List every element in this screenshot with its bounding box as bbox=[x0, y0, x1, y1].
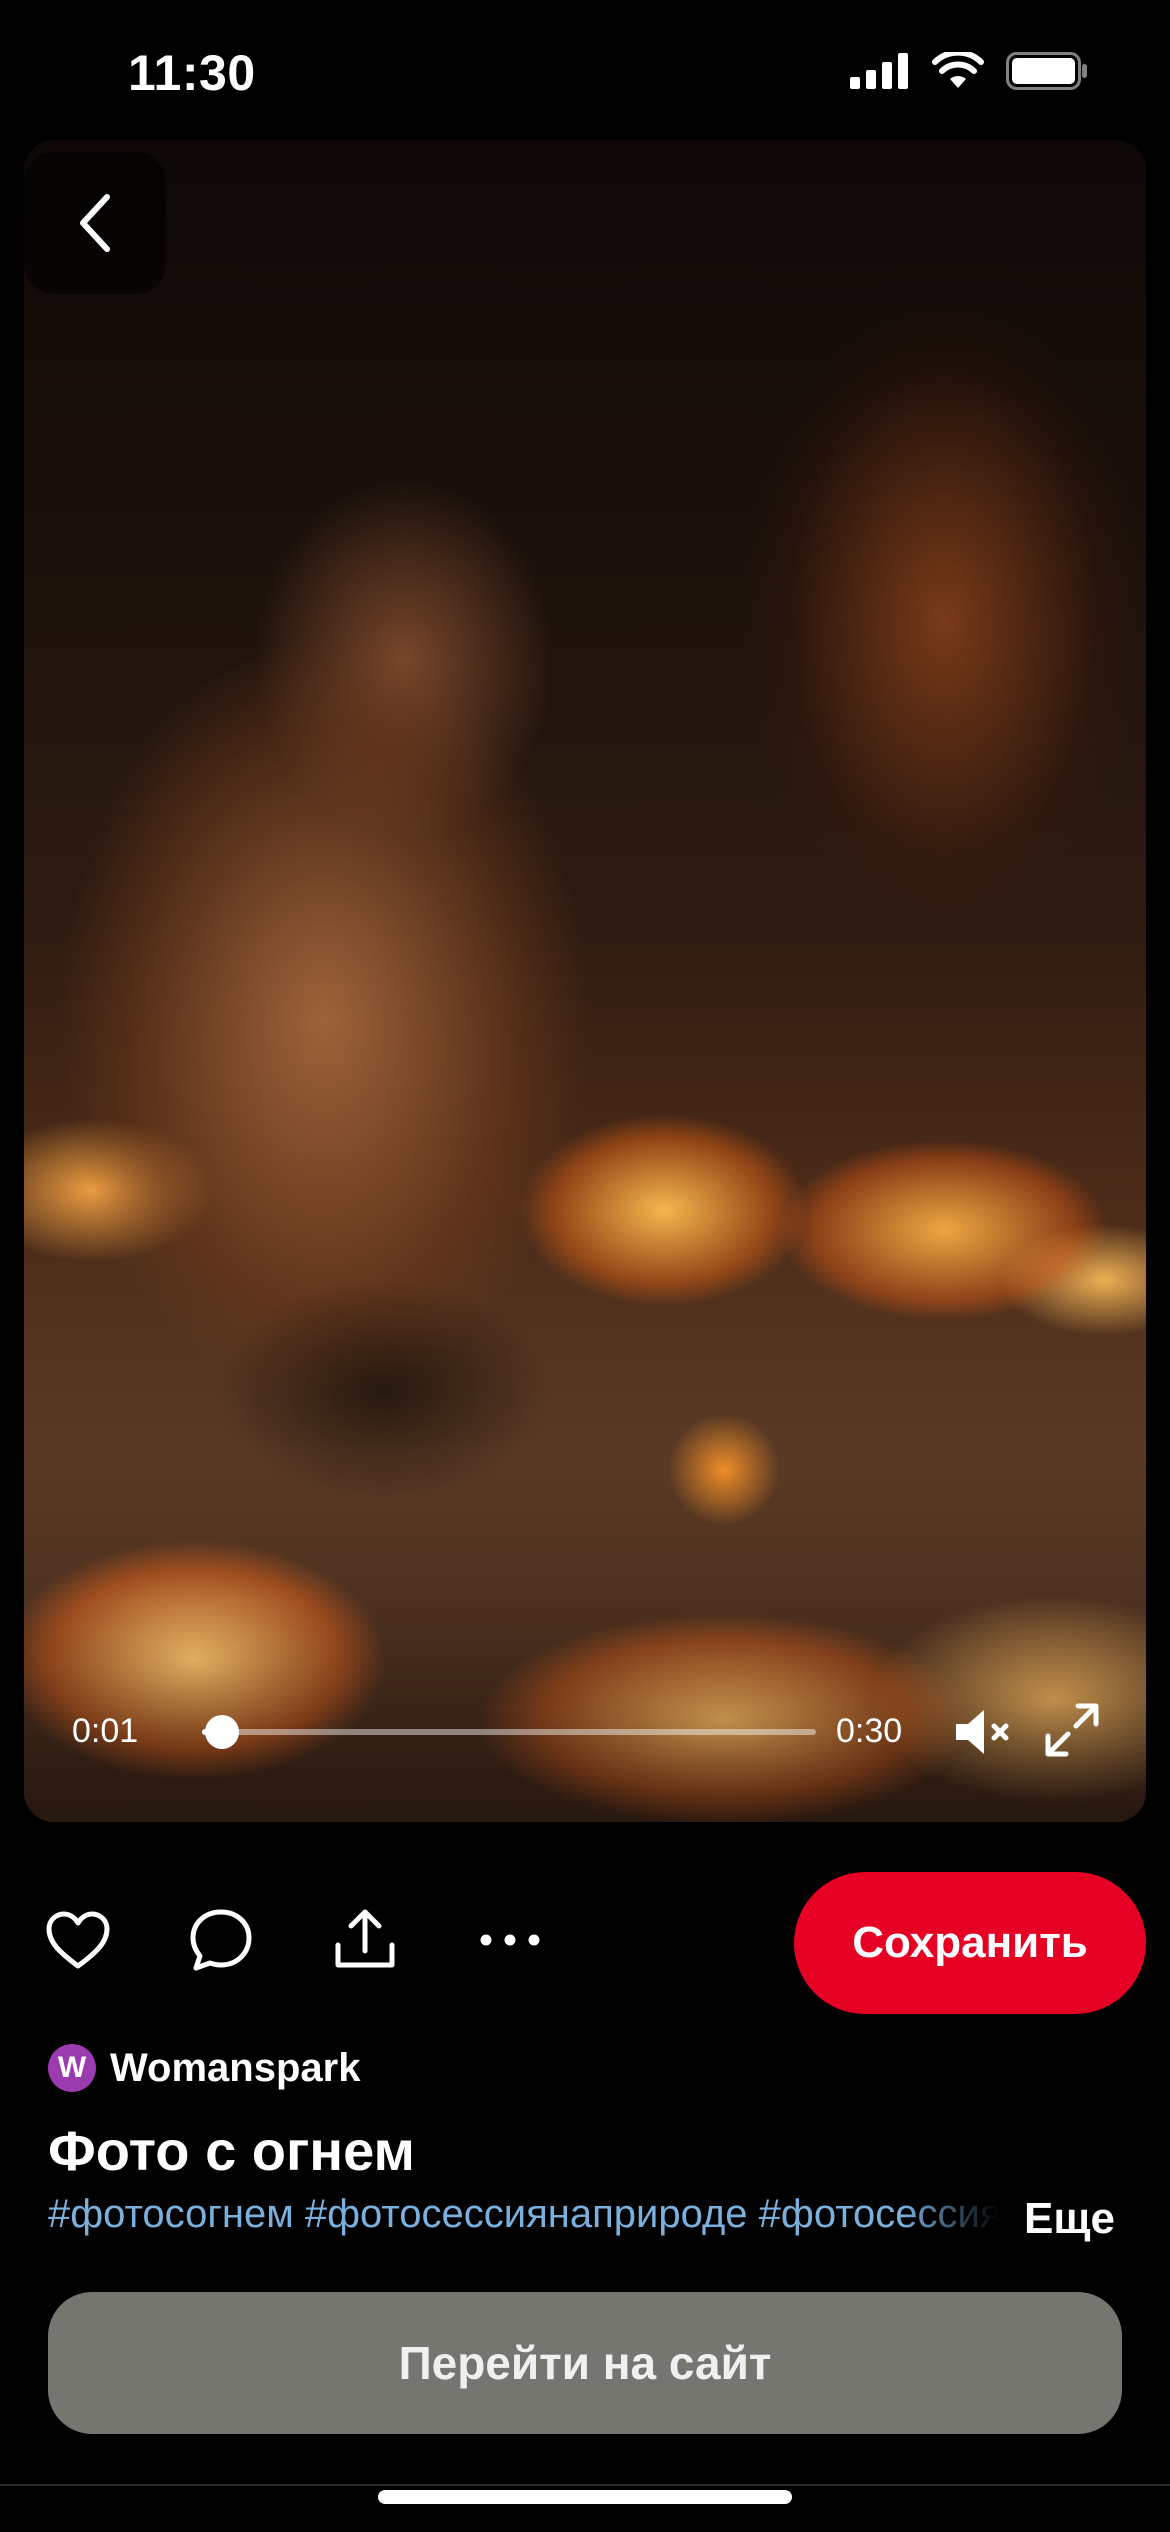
total-time: 0:30 bbox=[836, 1712, 903, 1750]
chevron-left-icon bbox=[80, 194, 110, 252]
expand-icon bbox=[1045, 1703, 1099, 1757]
battery-icon bbox=[1006, 52, 1087, 90]
comment-icon bbox=[190, 1909, 252, 1971]
home-indicator bbox=[378, 2490, 792, 2504]
divider bbox=[0, 2484, 1170, 2486]
progress-knob[interactable] bbox=[205, 1715, 239, 1749]
share-button[interactable] bbox=[330, 1905, 400, 1975]
status-time: 11:30 bbox=[128, 45, 256, 101]
fullscreen-button[interactable] bbox=[1040, 1698, 1104, 1762]
wifi-icon bbox=[932, 52, 984, 88]
heart-icon bbox=[46, 1911, 110, 1969]
mute-button[interactable] bbox=[950, 1700, 1014, 1764]
more-icon bbox=[480, 1934, 540, 1946]
hashtags[interactable]: #фотосогнем #фотосессиянаприроде #фотосе… bbox=[48, 2192, 998, 2237]
author[interactable]: W Womanspark bbox=[48, 2044, 360, 2092]
progress-track[interactable] bbox=[202, 1729, 816, 1735]
comment-button[interactable] bbox=[186, 1905, 256, 1975]
visit-site-button[interactable]: Перейти на сайт bbox=[48, 2292, 1122, 2434]
cellular-signal-icon bbox=[850, 53, 908, 89]
like-button[interactable] bbox=[43, 1905, 113, 1975]
speaker-muted-icon bbox=[956, 1710, 1009, 1754]
author-name[interactable]: Womanspark bbox=[110, 2046, 360, 2091]
save-button[interactable]: Сохранить bbox=[794, 1872, 1146, 2014]
pin-media[interactable]: 0:01 0:30 bbox=[24, 140, 1146, 1822]
current-time: 0:01 bbox=[72, 1712, 139, 1750]
avatar[interactable]: W bbox=[48, 2044, 96, 2092]
more-link[interactable]: Еще bbox=[1024, 2194, 1115, 2244]
share-icon bbox=[335, 1909, 395, 1968]
back-button[interactable] bbox=[24, 152, 166, 294]
pin-title: Фото с огнем bbox=[48, 2119, 415, 2182]
more-options-button[interactable] bbox=[475, 1905, 545, 1975]
status-icons bbox=[850, 52, 1088, 90]
